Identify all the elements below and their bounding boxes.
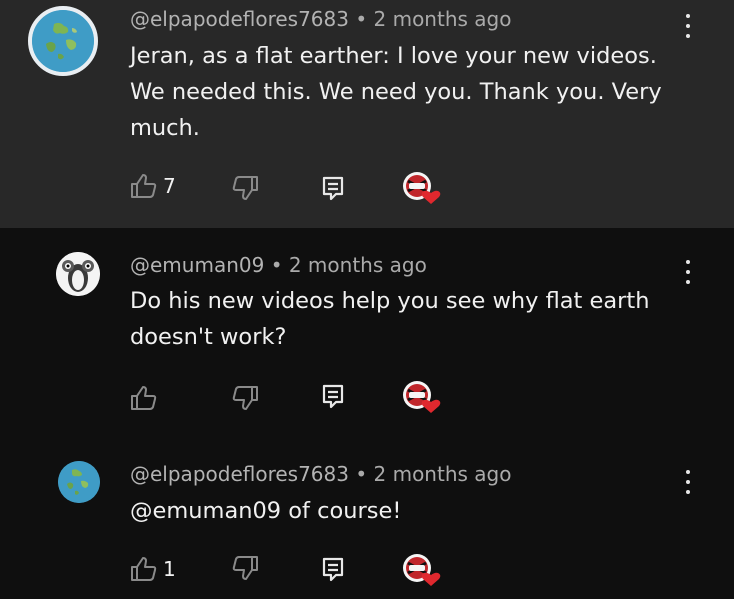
globe-icon	[32, 10, 94, 72]
comment-meta: @elpapodeflores7683 • 2 months ago	[130, 7, 511, 31]
timestamp[interactable]: 2 months ago	[289, 253, 427, 277]
like-button[interactable]	[130, 556, 158, 586]
author-handle[interactable]: @emuman09	[130, 253, 264, 277]
more-options-button[interactable]	[678, 12, 698, 40]
author-handle[interactable]: @elpapodeflores7683	[130, 462, 349, 486]
more-vertical-icon	[686, 260, 690, 264]
more-vertical-icon-dot	[686, 270, 690, 274]
reply-button[interactable]	[322, 176, 344, 206]
more-vertical-icon	[686, 470, 690, 474]
reply-icon	[322, 176, 344, 201]
thumbs-down-icon	[232, 386, 258, 410]
thumbs-down-icon	[232, 556, 258, 580]
creator-heart-icon	[403, 381, 441, 413]
like-count: 1	[163, 557, 176, 581]
comment-meta: @elpapodeflores7683 • 2 months ago	[130, 462, 511, 486]
thumbs-down-icon	[232, 176, 258, 200]
reply-icon	[322, 557, 344, 582]
more-vertical-icon-dot	[686, 490, 690, 494]
penguin-icon	[56, 252, 100, 296]
creator-heart[interactable]	[402, 553, 441, 586]
comment-text: Do his new videos help you see why flat …	[130, 288, 650, 350]
dislike-button[interactable]	[231, 556, 259, 586]
meta-separator: •	[355, 462, 368, 486]
creator-heart-icon	[403, 172, 441, 204]
comment-thread-1: @elpapodeflores7683 • 2 months ago Jeran…	[0, 0, 734, 228]
comment-text: Jeran, as a flat earther: I love your ne…	[130, 43, 662, 141]
timestamp[interactable]: 2 months ago	[374, 7, 512, 31]
comment-actions: 1	[0, 553, 734, 593]
avatar[interactable]	[58, 461, 100, 503]
comment-thread-3: @elpapodeflores7683 • 2 months ago @emum…	[0, 443, 734, 599]
more-options-button[interactable]	[678, 258, 698, 286]
thumbs-up-icon	[131, 386, 157, 410]
creator-heart[interactable]	[402, 171, 441, 204]
comment-thread-2: @emuman09 • 2 months ago Do his new vide…	[0, 228, 734, 443]
reply-button[interactable]	[322, 557, 344, 587]
like-count: 7	[163, 174, 176, 198]
dislike-button[interactable]	[231, 176, 259, 206]
avatar[interactable]	[56, 252, 100, 296]
more-vertical-icon-dot	[686, 34, 690, 38]
timestamp[interactable]: 2 months ago	[374, 462, 512, 486]
reply-icon	[322, 384, 344, 409]
more-vertical-icon-dot	[686, 280, 690, 284]
more-vertical-icon-dot	[686, 480, 690, 484]
reply-button[interactable]	[322, 384, 344, 414]
more-vertical-icon	[686, 14, 690, 18]
meta-separator: •	[270, 253, 283, 277]
comment-text: @emuman09 of course!	[130, 498, 402, 524]
thumbs-up-icon	[131, 174, 157, 198]
author-handle[interactable]: @elpapodeflores7683	[130, 7, 349, 31]
like-button[interactable]	[130, 385, 158, 415]
thumbs-up-icon	[131, 557, 157, 581]
more-options-button[interactable]	[678, 468, 698, 496]
comment-actions: 7	[0, 168, 734, 208]
creator-heart[interactable]	[402, 380, 441, 413]
creator-heart-icon	[403, 554, 441, 586]
more-vertical-icon-dot	[686, 24, 690, 28]
avatar[interactable]	[28, 6, 98, 76]
like-button[interactable]	[130, 173, 158, 203]
comment-meta: @emuman09 • 2 months ago	[130, 253, 427, 277]
dislike-button[interactable]	[231, 386, 259, 416]
meta-separator: •	[355, 7, 368, 31]
comment-actions	[0, 380, 734, 420]
globe-icon	[58, 461, 100, 503]
